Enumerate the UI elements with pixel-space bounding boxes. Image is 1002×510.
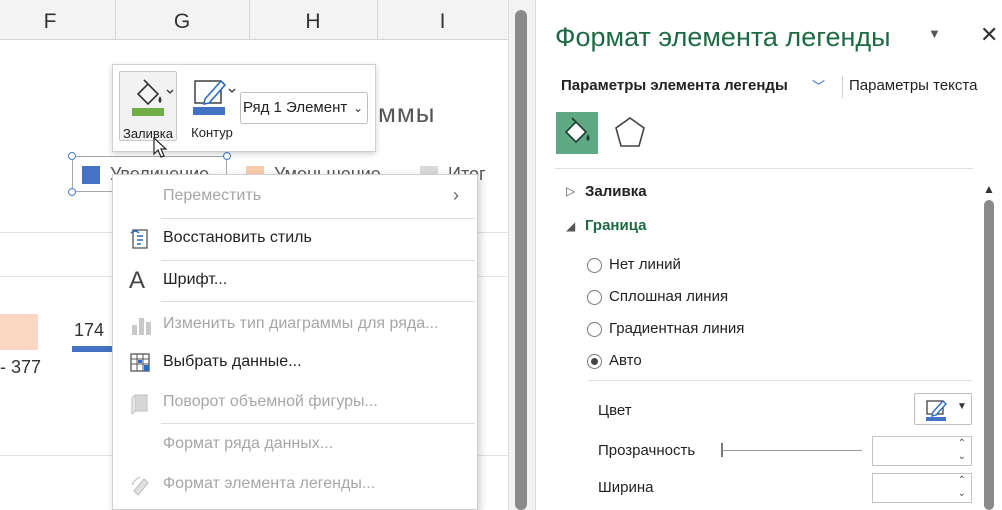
scrollbar-thumb[interactable] xyxy=(515,10,527,510)
menu-item-label: Переместить xyxy=(163,187,262,204)
radio-solid-line[interactable] xyxy=(587,290,602,305)
chevron-right-icon: › xyxy=(453,185,459,205)
fill-button-label: Заливка xyxy=(122,126,174,141)
data-label[interactable]: 174 xyxy=(74,320,104,341)
tab-text-options[interactable]: Параметры текста xyxy=(849,77,977,94)
chevron-down-icon: ▼ xyxy=(957,401,967,412)
column-header-f[interactable]: F xyxy=(0,0,100,40)
menu-item-format-data-series[interactable]: Формат ряда данных... xyxy=(113,425,477,465)
chart-element-select-value: Ряд 1 Элемент xyxy=(243,99,348,116)
data-label[interactable]: - 377 xyxy=(0,357,41,378)
menu-item-label: Формат элемента легенды... xyxy=(163,475,376,492)
width-label: Ширина xyxy=(598,479,654,496)
menu-item-select-data[interactable]: Выбрать данные... xyxy=(113,343,477,383)
transparency-spinner[interactable]: ⌃ ⌄ xyxy=(872,436,972,466)
menu-item-label: Поворот объемной фигуры... xyxy=(163,393,378,410)
spin-down-icon[interactable]: ⌄ xyxy=(958,451,966,462)
format-legend-icon xyxy=(131,476,149,496)
select-data-icon xyxy=(130,353,150,372)
reset-style-icon xyxy=(130,229,148,249)
fill-button[interactable]: Заливка xyxy=(119,71,177,141)
section-border[interactable]: Граница xyxy=(585,217,646,234)
section-fill[interactable]: Заливка xyxy=(585,183,647,200)
radio-gradient-line[interactable] xyxy=(587,322,602,337)
expand-arrow-icon[interactable]: ▷ xyxy=(566,184,575,198)
outline-button[interactable]: Контур xyxy=(183,71,241,141)
transparency-label: Прозрачность xyxy=(598,442,696,459)
menu-item-change-chart-type[interactable]: Изменить тип диаграммы для ряда... xyxy=(113,305,477,345)
fill-line-tab[interactable] xyxy=(556,112,598,154)
close-icon[interactable]: ✕ xyxy=(980,22,998,48)
chart-element-select[interactable]: Ряд 1 Элемент ⌄ xyxy=(240,92,368,124)
spin-down-icon[interactable]: ⌄ xyxy=(958,488,966,499)
selection-handle[interactable] xyxy=(223,152,231,160)
selection-handle[interactable] xyxy=(68,188,76,196)
3d-rotation-icon xyxy=(131,394,148,415)
pane-separator xyxy=(555,168,973,169)
paint-bucket-icon xyxy=(132,79,174,116)
menu-item-label: Изменить тип диаграммы для ряда... xyxy=(163,315,439,332)
width-spinner[interactable]: ⌃ ⌄ xyxy=(872,473,972,503)
menu-separator xyxy=(161,301,475,302)
pen-outline-icon xyxy=(926,399,947,421)
radio-label[interactable]: Авто xyxy=(609,352,642,369)
font-icon: A xyxy=(129,267,146,294)
effects-tab-icon[interactable] xyxy=(612,114,648,152)
column-header-bar: F G H I xyxy=(0,0,508,40)
color-picker-button[interactable]: ▼ xyxy=(914,393,972,425)
context-menu: Переместить › Восстановить стиль A Шрифт… xyxy=(112,174,478,510)
collapse-arrow-icon[interactable]: ◢ xyxy=(566,219,575,233)
menu-item-label: Формат ряда данных... xyxy=(163,435,334,452)
column-header-g[interactable]: G xyxy=(115,0,249,40)
chevron-down-icon: ⌄ xyxy=(352,101,363,115)
spin-up-icon[interactable]: ⌃ xyxy=(958,475,966,486)
radio-no-line[interactable] xyxy=(587,258,602,273)
menu-item-font[interactable]: A Шрифт... xyxy=(113,261,477,301)
menu-item-3d-rotation[interactable]: Поворот объемной фигуры... xyxy=(113,383,477,423)
transparency-slider[interactable] xyxy=(722,450,862,451)
radio-label[interactable]: Сплошная линия xyxy=(609,288,728,305)
tab-legend-entry-options[interactable]: Параметры элемента легенды xyxy=(561,77,788,94)
chart-bar-decrease[interactable] xyxy=(0,314,38,350)
scroll-up-icon[interactable]: ▲ xyxy=(983,182,995,196)
pane-options-icon[interactable]: ▼ xyxy=(928,26,941,41)
menu-separator xyxy=(161,423,475,424)
pen-outline-icon xyxy=(193,79,236,115)
column-header-h[interactable]: H xyxy=(249,0,377,40)
radio-label[interactable]: Нет линий xyxy=(609,256,681,273)
paint-bucket-icon xyxy=(564,117,590,144)
tab-divider xyxy=(842,76,843,98)
radio-label[interactable]: Градиентная линия xyxy=(609,320,744,337)
options-separator xyxy=(588,380,972,381)
menu-item-label: Шрифт... xyxy=(163,271,228,288)
menu-item-move[interactable]: Переместить › xyxy=(113,177,477,217)
chart-title[interactable]: ммы xyxy=(378,98,435,129)
radio-auto[interactable] xyxy=(587,354,602,369)
chart-type-icon xyxy=(132,318,151,335)
selection-handle[interactable] xyxy=(68,152,76,160)
pane-scrollbar-thumb[interactable] xyxy=(984,200,994,510)
pane-title: Формат элемента легенды xyxy=(555,22,891,52)
color-label: Цвет xyxy=(598,402,632,419)
menu-item-format-legend-entry[interactable]: Формат элемента легенды... xyxy=(113,465,477,505)
menu-item-label: Восстановить стиль xyxy=(163,229,312,246)
mouse-cursor-icon xyxy=(153,137,168,158)
menu-item-label: Выбрать данные... xyxy=(163,353,302,370)
column-header-i[interactable]: I xyxy=(377,0,508,40)
outline-button-label: Контур xyxy=(191,125,233,140)
chevron-down-icon[interactable]: ﹀ xyxy=(812,76,825,95)
spin-up-icon[interactable]: ⌃ xyxy=(958,438,966,449)
menu-item-reset-style[interactable]: Восстановить стиль xyxy=(113,219,477,259)
